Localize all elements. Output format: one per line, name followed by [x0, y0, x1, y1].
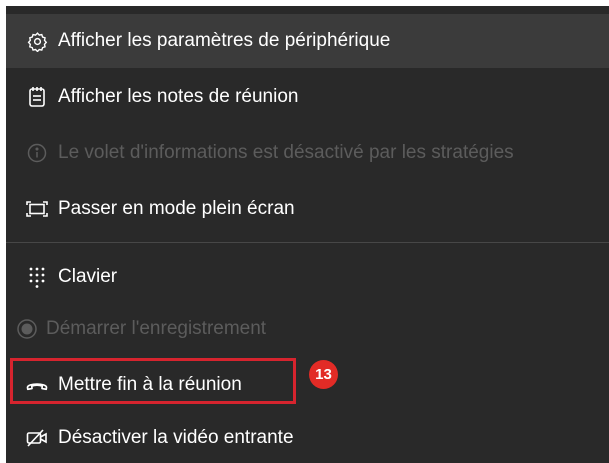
menu-item-info-pane: Le volet d'informations est désactivé pa…: [6, 126, 609, 180]
menu-item-meeting-notes[interactable]: Afficher les notes de réunion: [6, 70, 609, 124]
notes-icon: [26, 86, 48, 108]
menu-item-end-meeting[interactable]: Mettre fin à la réunion: [6, 358, 609, 412]
menu-item-label: Le volet d'informations est désactivé pa…: [58, 142, 514, 163]
dialpad-icon: [26, 266, 48, 288]
step-number-badge: 13: [309, 360, 338, 389]
hang-up-icon: [26, 374, 48, 396]
menu-item-label: Démarrer l'enregistrement: [46, 318, 267, 339]
menu-item-label: Afficher les notes de réunion: [58, 86, 299, 107]
menu-divider: [6, 242, 609, 243]
info-icon: [26, 142, 48, 164]
menu-item-full-screen[interactable]: Passer en mode plein écran: [6, 182, 609, 236]
gear-icon: [26, 30, 48, 52]
menu-item-turn-off-incoming-video[interactable]: Désactiver la vidéo entrante: [6, 411, 609, 463]
menu-item-device-settings[interactable]: Afficher les paramètres de périphérique: [6, 14, 609, 68]
menu-item-label: Désactiver la vidéo entrante: [58, 427, 294, 448]
fullscreen-icon: [26, 198, 48, 220]
video-off-icon: [26, 427, 48, 449]
menu-item-label: Passer en mode plein écran: [58, 198, 295, 219]
menu-item-keypad[interactable]: Clavier: [6, 250, 609, 304]
menu-item-start-recording: Démarrer l'enregistrement: [6, 302, 609, 356]
menu-item-label: Mettre fin à la réunion: [58, 374, 242, 395]
more-actions-menu: Afficher les paramètres de périphérique …: [6, 6, 609, 463]
record-icon: [16, 318, 38, 340]
menu-item-label: Clavier: [58, 266, 118, 287]
menu-item-label: Afficher les paramètres de périphérique: [58, 30, 391, 51]
